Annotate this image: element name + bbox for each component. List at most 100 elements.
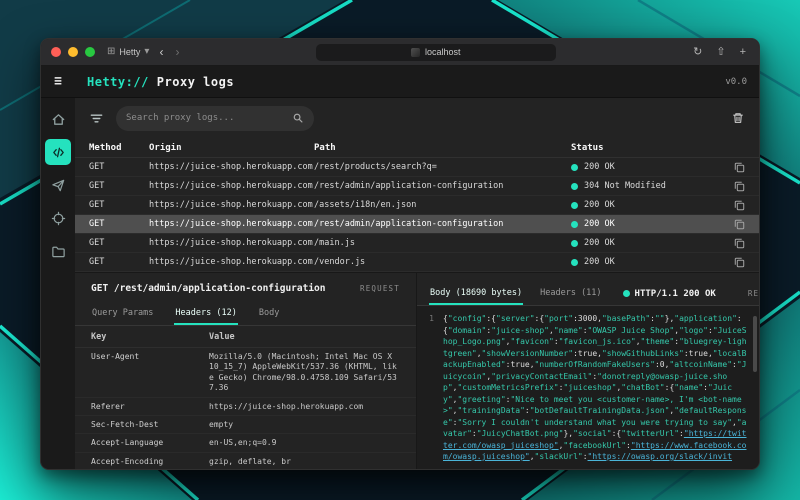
tab[interactable]: Headers (12): [174, 302, 237, 325]
app-header: ≡ Hetty:// Proxy logs v0.0: [41, 66, 759, 98]
home-icon: [51, 112, 66, 127]
log-status: 200 OK: [571, 219, 719, 229]
log-origin: https://juice-shop.herokuapp.com: [149, 181, 314, 191]
folder-icon: [51, 244, 66, 259]
clear-logs-trash-icon[interactable]: [731, 111, 745, 125]
status-dot-icon: [571, 202, 578, 209]
copy-icon[interactable]: [734, 181, 745, 192]
log-origin: https://juice-shop.herokuapp.com: [149, 200, 314, 210]
app-menu[interactable]: ⊞ Hetty ▾: [107, 47, 149, 57]
log-status-label: 200 OK: [584, 200, 615, 210]
tab[interactable]: Query Params: [91, 302, 154, 325]
log-table-body: GET https://juice-shop.herokuapp.com /re…: [75, 158, 759, 272]
reload-icon[interactable]: ↻: [690, 47, 705, 58]
sidebar-item-sender[interactable]: [45, 172, 71, 198]
search-box[interactable]: [116, 106, 314, 131]
response-status: HTTP/1.1 200 OK: [623, 289, 716, 299]
response-tab-bar: Body (18690 bytes) Headers (11) HTTP/1.1…: [417, 282, 759, 306]
hetty-window: ⊞ Hetty ▾ ‹ › localhost ↻ ⇧ + ≡ Hetty://…: [40, 38, 760, 470]
log-status: 200 OK: [571, 257, 719, 267]
request-panel: GET /rest/admin/application-configuratio…: [75, 273, 417, 469]
log-table-header: Method Origin Path Status: [75, 138, 759, 158]
version-label: v0.0: [725, 77, 747, 87]
header-key: User-Agent: [91, 352, 209, 394]
status-dot-icon: [571, 221, 578, 228]
header-key: Referer: [91, 402, 209, 412]
log-method: GET: [89, 257, 149, 267]
copy-icon[interactable]: [734, 162, 745, 173]
filter-icon[interactable]: [89, 111, 104, 126]
header-value: gzip, deflate, br: [209, 457, 400, 467]
header-value: en-US,en;q=0.9: [209, 438, 400, 448]
log-row[interactable]: GET https://juice-shop.herokuapp.com /re…: [75, 158, 759, 177]
sidebar-item-projects[interactable]: [45, 238, 71, 264]
header-key: Accept-Language: [91, 438, 209, 448]
column-value: Value: [209, 332, 400, 342]
brand-logo: Hetty://: [87, 75, 149, 89]
tab[interactable]: Body: [258, 302, 280, 325]
log-path: /rest/admin/application-configuration: [314, 219, 571, 229]
log-row[interactable]: GET https://juice-shop.herokuapp.com /re…: [75, 177, 759, 196]
log-path: /main.js: [314, 238, 571, 248]
close-button[interactable]: [51, 47, 61, 57]
hamburger-menu-icon[interactable]: ≡: [41, 74, 75, 89]
sidebar-item-proxy-logs[interactable]: [45, 139, 71, 165]
details-split: GET /rest/admin/application-configuratio…: [75, 272, 759, 469]
log-row[interactable]: GET https://juice-shop.herokuapp.com /re…: [75, 215, 759, 234]
request-tabs: Query Params Headers (12) Body: [75, 302, 416, 326]
code-icon: [51, 145, 66, 160]
response-body[interactable]: 1 {"config":{"server":{"port":3000,"base…: [417, 306, 759, 469]
new-tab-icon[interactable]: +: [737, 47, 749, 58]
copy-cell: [719, 162, 745, 173]
traffic-lights: [51, 47, 95, 57]
sidebar: [41, 98, 75, 469]
response-tabs: Body (18690 bytes) Headers (11): [429, 282, 603, 305]
log-status-label: 304 Not Modified: [584, 181, 666, 191]
sidebar-item-scope[interactable]: [45, 205, 71, 231]
copy-icon[interactable]: [734, 257, 745, 268]
minimize-button[interactable]: [68, 47, 78, 57]
site-favicon-icon: [411, 48, 420, 57]
log-path: /rest/products/search?q=: [314, 162, 571, 172]
response-status-text: HTTP/1.1 200 OK: [635, 289, 716, 299]
column-origin: Origin: [149, 143, 314, 153]
log-method: GET: [89, 162, 149, 172]
copy-icon[interactable]: [734, 200, 745, 211]
tab[interactable]: Headers (11): [539, 282, 602, 305]
share-icon[interactable]: ⇧: [713, 47, 728, 58]
copy-cell: [719, 238, 745, 249]
nav-back-button[interactable]: ‹: [157, 46, 165, 58]
header-value: https://juice-shop.herokuapp.com: [209, 402, 400, 412]
sidebar-item-home[interactable]: [45, 106, 71, 132]
app-menu-label: Hetty: [119, 47, 140, 57]
log-status: 200 OK: [571, 238, 719, 248]
header-value: empty: [209, 420, 400, 430]
toolbar: [75, 98, 759, 138]
log-status-label: 200 OK: [584, 257, 615, 267]
log-origin: https://juice-shop.herokuapp.com: [149, 219, 314, 229]
response-body-code: {"config":{"server":{"port":3000,"basePa…: [443, 313, 749, 462]
copy-icon[interactable]: [734, 219, 745, 230]
target-icon: [51, 211, 66, 226]
log-origin: https://juice-shop.herokuapp.com: [149, 257, 314, 267]
header-row: Accept-Language en-US,en;q=0.9: [75, 434, 416, 452]
header-row: Accept-Encoding gzip, deflate, br: [75, 453, 416, 469]
log-row[interactable]: GET https://juice-shop.herokuapp.com /as…: [75, 196, 759, 215]
content: Method Origin Path Status GET https://ju…: [41, 98, 759, 469]
copy-icon[interactable]: [734, 238, 745, 249]
scrollbar-thumb[interactable]: [753, 316, 757, 372]
send-icon: [51, 178, 66, 193]
address-bar[interactable]: localhost: [316, 44, 556, 61]
headers-table-header: Key Value: [75, 326, 416, 348]
log-row[interactable]: GET https://juice-shop.herokuapp.com /ve…: [75, 253, 759, 272]
main-panel: Method Origin Path Status GET https://ju…: [75, 98, 759, 469]
log-status: 200 OK: [571, 162, 719, 172]
search-input[interactable]: [126, 113, 286, 123]
log-origin: https://juice-shop.herokuapp.com: [149, 162, 314, 172]
status-dot-icon: [623, 290, 630, 297]
line-number: 1: [417, 313, 443, 462]
zoom-button[interactable]: [85, 47, 95, 57]
log-row[interactable]: GET https://juice-shop.herokuapp.com /ma…: [75, 234, 759, 253]
tab[interactable]: Body (18690 bytes): [429, 282, 523, 305]
nav-forward-button[interactable]: ›: [173, 46, 181, 58]
